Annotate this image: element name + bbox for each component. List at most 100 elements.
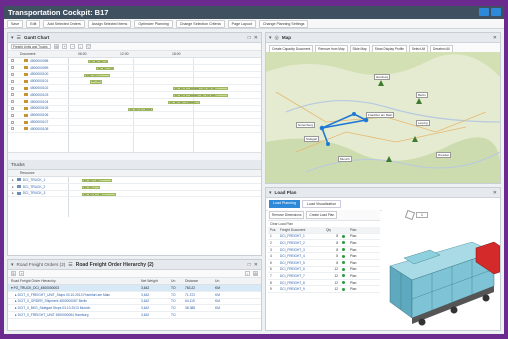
- table-row[interactable]: ▸ DCIT_0_FREIGHT_UNIT_Stops 03.10.2013 F…: [8, 292, 261, 299]
- toolbar-button[interactable]: Page Layout: [227, 19, 256, 28]
- zoom-out-icon[interactable]: −: [70, 44, 75, 49]
- expand-icon[interactable]: ▸: [12, 178, 14, 182]
- toolbar-button[interactable]: Change Selection Criteria: [175, 19, 225, 28]
- collapse-icon[interactable]: ▾: [11, 35, 14, 41]
- menu-button[interactable]: [491, 8, 501, 16]
- table-row[interactable]: 7 DCI_FREIGHT_7 12 Plan: [268, 273, 380, 280]
- gantt-bar[interactable]: DT_FU_0 ... FU000 ... DT_FU_000 ...: [173, 94, 228, 98]
- expand-icon[interactable]: ⇅: [11, 271, 16, 276]
- cube-icon[interactable]: [404, 209, 416, 221]
- document-number[interactable]: 4500000102: [30, 86, 66, 90]
- column-header[interactable]: Un: [212, 279, 226, 283]
- maximize-icon[interactable]: □: [248, 35, 251, 41]
- document-number[interactable]: 4500000101: [30, 79, 66, 83]
- tab-load-planning[interactable]: Load Planning: [269, 200, 300, 208]
- table-row[interactable]: 4500000106: [8, 112, 261, 120]
- column-header[interactable]: Freight Document: [278, 228, 324, 232]
- table-row[interactable]: 4500000100: [8, 72, 261, 79]
- freight-order-title[interactable]: Road Freight Order Hierarchy (2): [76, 262, 154, 268]
- collapse-all-icon[interactable]: ≡: [19, 271, 24, 276]
- truck-name[interactable]: DCI_TRUCK_1: [23, 178, 63, 182]
- document-number[interactable]: 4500000099: [30, 66, 66, 70]
- table-row[interactable]: 4 DCI_FREIGHT_4 8 Plan: [268, 253, 380, 260]
- gantt-bar[interactable]: DT_FU_00 ... FU0000 ...: [168, 100, 200, 104]
- row-checkbox[interactable]: [11, 72, 14, 76]
- gantt-bar[interactable]: DT_FU_0 ... FU00 ...: [128, 107, 153, 111]
- column-header[interactable]: Un: [168, 279, 182, 283]
- gantt-bar[interactable]: DT_FU ...: [82, 185, 100, 189]
- table-row[interactable]: 8 DCI_FREIGHT_8 12 Plan: [268, 280, 380, 287]
- row-checkbox[interactable]: [11, 86, 14, 90]
- column-header[interactable]: Net Weight: [138, 279, 168, 283]
- map-canvas[interactable]: Hamburg Berlin Frankfurt am Main Leipzig…: [266, 52, 500, 183]
- create-load-plan-button[interactable]: Create Load Plan: [306, 211, 338, 219]
- row-checkbox[interactable]: [11, 127, 14, 131]
- cell[interactable]: ▸ DCIT_0_FREIGHT_UNIT 4500000054 Hamburg: [8, 313, 138, 317]
- toolbar-button[interactable]: Assign Selected Items: [87, 19, 132, 28]
- document-number[interactable]: 4500000098: [30, 59, 66, 63]
- row-checkbox[interactable]: [11, 66, 14, 70]
- document-number[interactable]: 4500000103: [30, 93, 66, 97]
- document-number[interactable]: 4500000107: [30, 120, 66, 124]
- gantt-bar[interactable]: DT_FU ... FU ...: [82, 179, 112, 183]
- toolbar-button[interactable]: Edit: [26, 19, 41, 28]
- gantt-bar[interactable]: DT_FU_... FU0...: [90, 80, 102, 84]
- table-row[interactable]: 3 DCI_FREIGHT_3 8 Plan: [268, 247, 380, 254]
- cell[interactable]: ▸ DCIT_0_ORDER_Shipment 4500000087 Berli…: [8, 299, 138, 303]
- maximize-icon[interactable]: □: [248, 262, 251, 268]
- zoom-field[interactable]: 1: [416, 212, 428, 218]
- collapse-icon[interactable]: ▾: [11, 262, 14, 268]
- table-row[interactable]: ▾ FO_TRUCK_DCI_4500000003 3,642 TO 763.22 KM: [8, 285, 261, 292]
- close-icon[interactable]: ✕: [493, 190, 497, 196]
- toolbar-button[interactable]: Change Planning Settings: [258, 19, 309, 28]
- freight-document-link[interactable]: DCI_FREIGHT_3: [278, 248, 324, 252]
- toolbar-button[interactable]: Optimizer Planning: [134, 19, 173, 28]
- settings-icon[interactable]: ⚙: [253, 271, 258, 276]
- search-icon[interactable]: ⌕: [245, 271, 250, 276]
- table-row[interactable]: 4500000099: [8, 65, 261, 72]
- table-row[interactable]: ▸ DCIT_0_FREIGHT_UNIT 4500000054 Hamburg…: [8, 312, 261, 319]
- remove-dimensions-button[interactable]: Remove Dimensions: [269, 211, 305, 219]
- location-marker[interactable]: [416, 98, 422, 104]
- document-number[interactable]: 4500000105: [30, 106, 66, 110]
- table-row[interactable]: ▸ DCIT_0_ORDER_Shipment 4500000087 Berli…: [8, 299, 261, 306]
- truck-row[interactable]: ▸ DCI_TRUCK_3: [8, 191, 261, 198]
- gantt-bar[interactable]: DT_FU_20 ... FU0 ...: [88, 60, 108, 64]
- row-checkbox[interactable]: [11, 59, 14, 63]
- cell[interactable]: ▸ DCIT_0_BKG_Stuttgart Stops 03.10.2013 …: [8, 306, 138, 310]
- gantt-bar[interactable]: DT_FU_0 ... FU0000 ... DT_FU_00 ...: [173, 87, 228, 91]
- column-header[interactable]: Qty: [324, 228, 338, 232]
- document-number[interactable]: 4500000106: [30, 113, 66, 117]
- search-icon[interactable]: ⌕: [78, 44, 83, 49]
- truck-row[interactable]: ▸ DCI_TRUCK_2: [8, 184, 261, 191]
- location-marker[interactable]: [386, 156, 392, 162]
- zoom-in-icon[interactable]: +: [62, 44, 67, 49]
- table-row[interactable]: 4500000108: [8, 126, 261, 133]
- table-row[interactable]: 1 DCI_FREIGHT_1 8 Plan: [268, 234, 380, 241]
- document-number[interactable]: 4500000104: [30, 100, 66, 104]
- row-checkbox[interactable]: [11, 113, 14, 117]
- cell[interactable]: ▾ FO_TRUCK_DCI_4500000003: [8, 286, 138, 290]
- freight-document-link[interactable]: DCI_FREIGHT_4: [278, 254, 324, 258]
- table-row[interactable]: 4500000107: [8, 119, 261, 126]
- freight-document-link[interactable]: DCI_FREIGHT_9: [278, 287, 324, 291]
- close-icon[interactable]: ✕: [254, 262, 258, 268]
- row-checkbox[interactable]: [11, 93, 14, 97]
- table-row[interactable]: ▸ DCIT_0_BKG_Stuttgart Stops 03.10.2013 …: [8, 305, 261, 313]
- table-row[interactable]: 4500000101: [8, 78, 261, 86]
- close-icon[interactable]: ✕: [493, 35, 497, 41]
- freight-document-link[interactable]: DCI_FREIGHT_8: [278, 281, 324, 285]
- toolbar-button[interactable]: Save: [7, 19, 24, 28]
- tab-road-freight-orders[interactable]: Road Freight Orders (2): [17, 262, 66, 267]
- document-number[interactable]: 4500000100: [30, 72, 66, 76]
- table-row[interactable]: 6 DCI_FREIGHT_6 12 Plan: [268, 267, 380, 274]
- table-row[interactable]: 4500000098: [8, 58, 261, 65]
- truck-row[interactable]: ▸ DCI_TRUCK_1: [8, 177, 261, 184]
- column-header[interactable]: Distance: [182, 279, 212, 283]
- truck-name[interactable]: DCI_TRUCK_2: [23, 185, 63, 189]
- column-header[interactable]: Road Freight Order Hierarchy: [8, 279, 138, 283]
- expand-icon[interactable]: ▸: [12, 191, 14, 195]
- table-row[interactable]: 4500000104: [8, 99, 261, 106]
- location-marker[interactable]: [378, 80, 384, 86]
- location-marker[interactable]: [412, 136, 418, 142]
